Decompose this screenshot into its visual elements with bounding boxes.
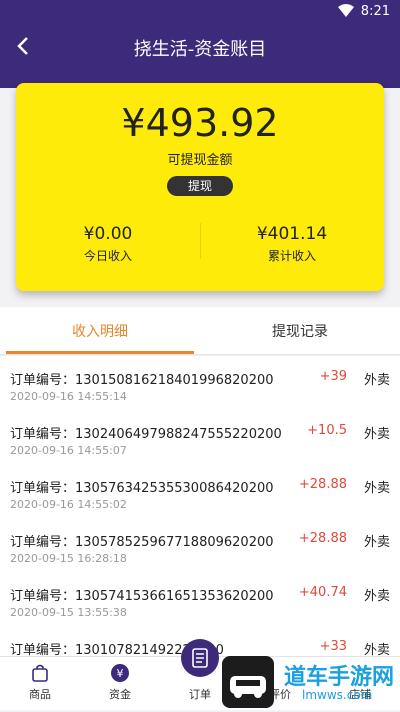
order-number: 订单编号：1305763425355300864202​00	[10, 481, 274, 496]
tab-withdraw-records[interactable]: 提现记录	[200, 321, 400, 341]
watermark-text: 道车手游网	[284, 665, 395, 690]
order-time: 2020-09-16 14:55:07	[10, 444, 127, 457]
watermark-url: lmwws.com	[302, 688, 373, 702]
clock: 8:21	[360, 4, 390, 19]
order-number: 订单编号：1305741536616513536202​00	[10, 589, 274, 604]
total-income-stat: ¥401.14 累计收入	[200, 224, 384, 264]
order-type: 外卖	[363, 589, 390, 604]
order-type: 外卖	[363, 481, 390, 496]
wifi-icon	[338, 4, 354, 22]
list-item[interactable]: 订单编号：1305785259677188096202​00 2020-09-1…	[0, 518, 400, 572]
order-number: 订单编号：1302406497988247555220200	[10, 427, 282, 442]
order-amount: +28.88	[298, 477, 347, 492]
total-income-label: 累计收入	[267, 249, 316, 263]
order-amount: +39	[319, 369, 347, 384]
today-income-label: 今日收入	[83, 249, 132, 263]
tab-income-detail[interactable]: 收入明细	[0, 321, 200, 341]
balance-amount: ¥493.92	[121, 101, 279, 145]
car-logo-icon	[222, 656, 274, 708]
order-number: 订单编号：1305785259677188096202​00	[10, 535, 274, 550]
order-time: 2020-09-15 13:55:38	[10, 606, 127, 619]
order-type: 外卖	[363, 427, 390, 442]
balance-label: 可提现金额	[167, 153, 233, 168]
today-income-value: ¥0.00	[83, 224, 133, 244]
total-income-value: ¥401.14	[256, 224, 328, 244]
order-type: 外卖	[363, 535, 390, 550]
bag-icon	[30, 663, 50, 683]
page-title: 挠生活-资金账目	[133, 39, 267, 60]
list-item[interactable]: 订单编号：1305741536616513536202​00 2020-09-1…	[0, 572, 400, 626]
order-time: 2020-09-15 16:28:18	[10, 552, 127, 565]
active-tab-indicator	[6, 351, 194, 354]
balance-card: ¥493.92 可提现金额 提现 ¥0.00 今日收入 ¥401.14 累计收入	[16, 83, 384, 291]
order-amount: +33	[319, 639, 347, 654]
withdraw-button[interactable]: 提现	[167, 176, 233, 196]
status-bar: 8:21	[0, 0, 400, 24]
tab-bar: 收入明细 提现记录	[0, 307, 400, 355]
nav-item-label: 资金	[109, 688, 131, 701]
order-time: 2020-09-16 14:55:14	[10, 390, 127, 403]
nav-bar: 挠生活-资金账目	[0, 24, 400, 68]
list-item[interactable]: 订单编号：1302406497988247555220200 2020-09-1…	[0, 410, 400, 464]
income-list: 订单编号：1301508162184019968202​00 2020-09-1…	[0, 356, 400, 656]
orders-center-button[interactable]	[181, 639, 219, 677]
list-item[interactable]: 订单编号：1301508162184019968202​00 2020-09-1…	[0, 356, 400, 410]
yen-icon: ¥	[110, 663, 130, 683]
watermark-logo: 道车手游网 lmwws.com	[222, 654, 400, 710]
today-income-stat: ¥0.00 今日收入	[16, 224, 200, 264]
nav-item-goods[interactable]: 商品	[0, 663, 80, 702]
nav-item-label: 订单	[189, 688, 211, 701]
order-type: 外卖	[363, 373, 390, 388]
order-number: 订单编号：1301508162184019968202​00	[10, 373, 274, 388]
svg-text:¥: ¥	[117, 667, 124, 680]
order-amount: +40.74	[298, 585, 347, 600]
order-time: 2020-09-16 14:55:02	[10, 498, 127, 511]
order-amount: +28.88	[298, 531, 347, 546]
list-item[interactable]: 订单编号：1305763425355300864202​00 2020-09-1…	[0, 464, 400, 518]
order-amount: +10.5	[307, 423, 347, 438]
nav-item-label: 商品	[29, 688, 51, 701]
nav-item-funds[interactable]: ¥ 资金	[80, 663, 160, 702]
